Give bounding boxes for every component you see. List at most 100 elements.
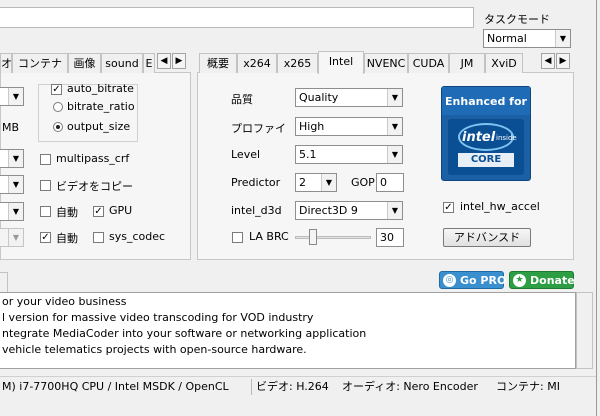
la-brc-checkbox[interactable] [232, 232, 243, 243]
star-icon: ★ [513, 274, 526, 287]
predictor-label: Predictor [231, 176, 281, 189]
video-copy-checkbox[interactable] [40, 180, 51, 191]
badge-inner: intel inside CORE [448, 119, 524, 175]
task-mode-value: Normal [487, 32, 527, 45]
quality-label: 品質 [231, 93, 253, 106]
badge-brand: intel [462, 130, 496, 145]
chevron-down-icon[interactable]: ▼ [387, 89, 402, 106]
profile-label: プロファイ [231, 122, 286, 135]
intel-core-badge: Enhanced for intel inside CORE [441, 86, 531, 181]
auto2-checkbox[interactable]: ✓ [40, 232, 51, 243]
level-select[interactable]: 5.1 ▼ [295, 145, 403, 164]
bitrate-ratio-label: bitrate_ratio [67, 100, 135, 113]
badge-core: CORE [458, 153, 514, 167]
quality-select[interactable]: Quality ▼ [295, 88, 403, 107]
tab-sound[interactable]: sound [101, 53, 143, 73]
hw-accel-label: intel_hw_accel [460, 200, 540, 213]
multipass-crf-label: multipass_crf [56, 152, 130, 165]
tab-image[interactable]: 画像 [68, 53, 101, 73]
tab-x264[interactable]: x264 [237, 53, 277, 73]
predictor-select[interactable]: 2 ▼ [295, 173, 337, 192]
chevron-down-icon[interactable]: ▼ [8, 229, 23, 246]
tab-container[interactable]: コンテナ [12, 53, 68, 73]
unit-label: MB [2, 121, 20, 134]
log-textarea[interactable]: or your video business l version for mas… [0, 292, 576, 369]
decoder-select[interactable]: ▼ [0, 228, 24, 247]
gop-input[interactable]: 0 [376, 173, 404, 192]
badge-sub: inside [496, 134, 517, 142]
log-line: ntegrate MediaCoder into your software o… [2, 327, 367, 340]
chevron-down-icon[interactable]: ▼ [8, 176, 23, 193]
auto2-label: 自動 [56, 232, 78, 245]
tab-partial[interactable]: オ [0, 53, 12, 73]
go-pro-icon: ◎ [443, 274, 456, 287]
advanced-button[interactable]: アドバンスド [443, 228, 531, 247]
pass-select[interactable]: ▼ [0, 149, 24, 168]
profile-select[interactable]: High ▼ [295, 117, 403, 136]
source-path-bar[interactable] [0, 7, 474, 28]
tab-e[interactable]: E [143, 53, 155, 73]
tab-nvenc[interactable]: NVENC [364, 53, 408, 73]
status-container: コンテナ: MI [496, 380, 560, 393]
log-line: vehicle telematics projects with open-so… [2, 343, 307, 356]
output-size-label: output_size [67, 120, 131, 133]
status-audio: オーディオ: Nero Encoder [342, 380, 478, 393]
right-tab-strip: 概要 x264 x265 Intel NVENC CUDA JM XviD [199, 51, 539, 74]
tab-scroll-left-icon[interactable]: ◀ [541, 53, 555, 69]
d3d-value: Direct3D 9 [299, 204, 358, 217]
sys-codec-checkbox[interactable] [93, 232, 104, 243]
hw-accel-checkbox[interactable]: ✓ [443, 202, 454, 213]
tab-scroll-right-icon[interactable]: ▶ [556, 53, 570, 69]
la-brc-slider-thumb[interactable] [309, 229, 317, 245]
gpu-checkbox[interactable]: ✓ [93, 206, 104, 217]
status-divider [251, 379, 252, 395]
status-cpu: M) i7-7700HQ CPU / Intel MSDK / OpenCL [2, 380, 229, 393]
sys-codec-label: sys_codec [109, 230, 166, 243]
log-line: l version for massive video transcoding … [2, 311, 314, 324]
go-pro-label: Go PRO [460, 274, 507, 287]
d3d-select[interactable]: Direct3D 9 ▼ [295, 201, 403, 220]
multipass-crf-checkbox[interactable] [40, 154, 51, 165]
tab-x265[interactable]: x265 [277, 53, 318, 73]
bitrate-ratio-radio[interactable] [53, 102, 63, 112]
chevron-down-icon[interactable]: ▼ [8, 88, 23, 105]
tab-xvid[interactable]: XviD [485, 53, 523, 73]
la-brc-slider-track[interactable] [295, 236, 371, 239]
chevron-down-icon[interactable]: ▼ [8, 203, 23, 220]
tab-jm[interactable]: JM [449, 53, 485, 73]
predictor-value: 2 [299, 176, 306, 189]
chevron-down-icon[interactable]: ▼ [387, 118, 402, 135]
mode-select[interactable]: ▼ [0, 175, 24, 194]
chevron-down-icon[interactable]: ▼ [387, 146, 402, 163]
tab-cuda[interactable]: CUDA [408, 53, 449, 73]
go-pro-button[interactable]: ◎ Go PRO [439, 271, 507, 289]
log-scrollbar[interactable] [576, 292, 593, 369]
badge-header: Enhanced for [442, 87, 530, 115]
tab-scroll-left-icon[interactable]: ◀ [157, 53, 171, 69]
encoder-select[interactable]: ▼ [0, 202, 24, 221]
task-mode-label: タスクモード [484, 13, 550, 26]
chevron-down-icon[interactable]: ▼ [555, 30, 570, 47]
chevron-down-icon[interactable]: ▼ [8, 150, 23, 167]
log-tab[interactable] [0, 272, 8, 292]
donate-button[interactable]: ★ Donate [509, 271, 575, 289]
level-value: 5.1 [299, 148, 317, 161]
profile-value: High [299, 120, 325, 133]
tab-intel[interactable]: Intel [318, 51, 364, 74]
tab-scroll-right-icon[interactable]: ▶ [172, 53, 186, 69]
donate-label: Donate [530, 274, 575, 287]
chevron-down-icon[interactable]: ▼ [321, 174, 336, 191]
task-mode-select[interactable]: Normal ▼ [483, 29, 571, 48]
video-copy-label: ビデオをコピー [56, 180, 133, 193]
auto-bitrate-checkbox[interactable]: ✓ [51, 84, 62, 95]
chevron-down-icon[interactable]: ▼ [387, 202, 402, 219]
la-brc-input[interactable]: 30 [376, 228, 404, 247]
output-size-radio[interactable] [53, 122, 63, 132]
auto1-checkbox[interactable] [40, 206, 51, 217]
bitrate-select[interactable]: ▼ [0, 87, 24, 106]
status-bar: M) i7-7700HQ CPU / Intel MSDK / OpenCL ビ… [0, 376, 596, 396]
tab-overview[interactable]: 概要 [199, 53, 237, 73]
quality-value: Quality [299, 91, 339, 104]
log-line: or your video business [2, 295, 127, 308]
gop-label: GOP [351, 176, 375, 189]
